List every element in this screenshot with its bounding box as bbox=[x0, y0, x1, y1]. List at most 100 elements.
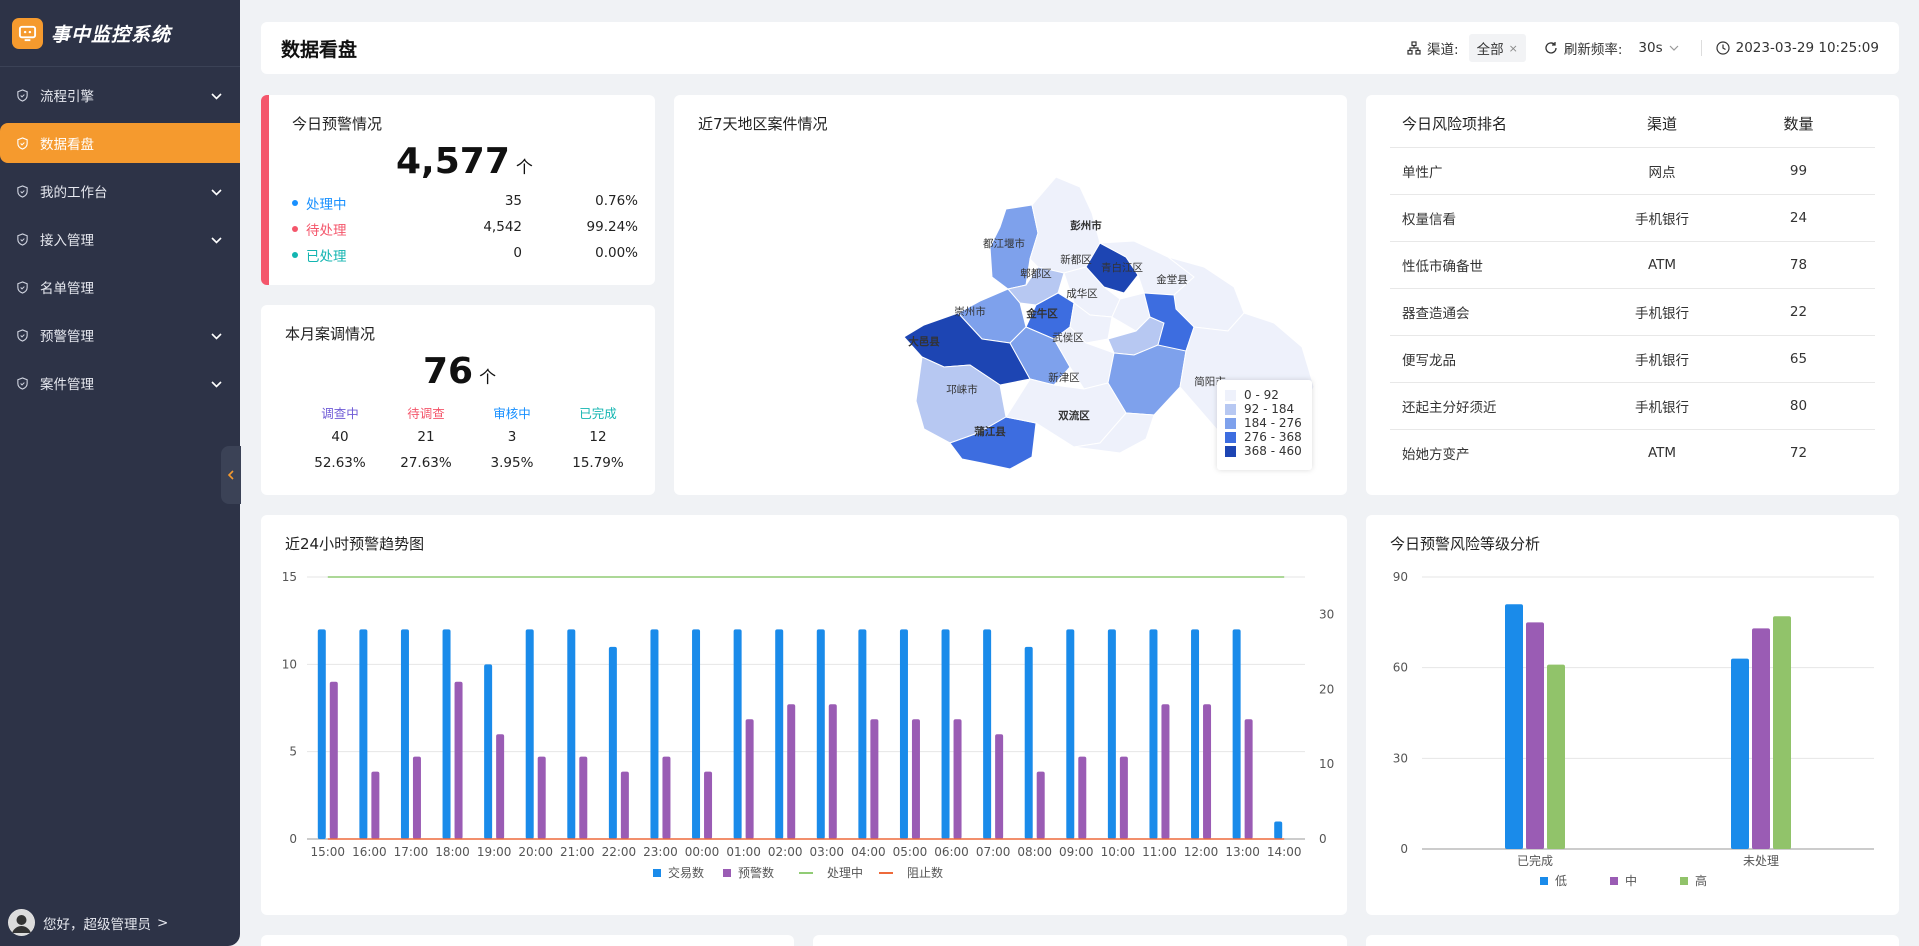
bar-预警数[interactable] bbox=[1119, 756, 1128, 839]
map-region-label: 邛崃市 bbox=[946, 383, 978, 396]
risk-ranking-title: 今日风险项排名 bbox=[1402, 115, 1508, 133]
refresh-select[interactable]: 30s bbox=[1638, 40, 1702, 56]
clock-icon bbox=[1716, 41, 1730, 55]
bar-交易数[interactable] bbox=[650, 629, 659, 839]
bar-交易数[interactable] bbox=[1066, 629, 1075, 839]
sidebar-item-5[interactable]: 预警管理 bbox=[0, 315, 240, 355]
bar-预警数[interactable] bbox=[579, 756, 588, 839]
bar-预警数[interactable] bbox=[662, 756, 671, 839]
table-row[interactable]: 始她方变产 ATM 72 bbox=[1390, 429, 1875, 476]
alert-status-pct: 0.76% bbox=[595, 193, 638, 209]
table-row[interactable]: 权量信看 手机银行 24 bbox=[1390, 194, 1875, 241]
legend-label: 低 bbox=[1555, 874, 1567, 888]
x-tick-label: 15:00 bbox=[310, 845, 345, 859]
bar-中[interactable] bbox=[1526, 622, 1544, 849]
map-legend-item[interactable]: 276 - 368 bbox=[1225, 430, 1304, 444]
bar-交易数[interactable] bbox=[442, 629, 451, 839]
bar-预警数[interactable] bbox=[329, 681, 338, 839]
bar-预警数[interactable] bbox=[1036, 771, 1045, 839]
sidebar-item-1[interactable]: 数据看盘 bbox=[0, 123, 240, 163]
bar-交易数[interactable] bbox=[400, 629, 409, 839]
user-profile[interactable]: 您好，超级管理员 > bbox=[8, 909, 168, 936]
bar-交易数[interactable] bbox=[775, 629, 784, 839]
bar-预警数[interactable] bbox=[704, 771, 713, 839]
bar-交易数[interactable] bbox=[359, 629, 368, 839]
bar-高[interactable] bbox=[1547, 664, 1565, 849]
sidebar-collapse-button[interactable] bbox=[221, 446, 241, 504]
bar-交易数[interactable] bbox=[733, 629, 742, 839]
sidebar-item-6[interactable]: 案件管理 bbox=[0, 363, 240, 403]
bar-中[interactable] bbox=[1752, 628, 1770, 849]
bar-预警数[interactable] bbox=[1244, 719, 1253, 839]
bar-交易数[interactable] bbox=[525, 629, 534, 839]
map-legend-item[interactable]: 368 - 460 bbox=[1225, 444, 1304, 458]
map-legend-item[interactable]: 92 - 184 bbox=[1225, 402, 1304, 416]
bar-预警数[interactable] bbox=[745, 719, 754, 839]
bar-交易数[interactable] bbox=[317, 629, 326, 839]
bar-预警数[interactable] bbox=[620, 771, 629, 839]
table-row[interactable]: 器查造通会 手机银行 22 bbox=[1390, 288, 1875, 335]
x-tick-label: 18:00 bbox=[435, 845, 470, 859]
legend-item[interactable]: 低 bbox=[1540, 874, 1567, 888]
bar-交易数[interactable] bbox=[1107, 629, 1116, 839]
legend-item[interactable]: 交易数 bbox=[653, 865, 704, 880]
sidebar-item-3[interactable]: 接入管理 bbox=[0, 219, 240, 259]
table-row[interactable]: 便写龙品 手机银行 65 bbox=[1390, 335, 1875, 382]
bar-预警数[interactable] bbox=[412, 756, 421, 839]
bar-预警数[interactable] bbox=[1161, 704, 1170, 839]
bar-预警数[interactable] bbox=[828, 704, 837, 839]
legend-item[interactable]: 中 bbox=[1610, 873, 1637, 888]
bar-交易数[interactable] bbox=[899, 629, 908, 839]
bar-低[interactable] bbox=[1731, 658, 1749, 849]
bar-预警数[interactable] bbox=[995, 734, 1004, 839]
map-legend-item[interactable]: 184 - 276 bbox=[1225, 416, 1304, 430]
sidebar-item-0[interactable]: 流程引擎 bbox=[0, 75, 240, 115]
bar-交易数[interactable] bbox=[1149, 629, 1158, 839]
bar-交易数[interactable] bbox=[1024, 646, 1033, 839]
sidebar-item-2[interactable]: 我的工作台 bbox=[0, 171, 240, 211]
bar-交易数[interactable] bbox=[816, 629, 825, 839]
bar-交易数[interactable] bbox=[484, 664, 493, 839]
bar-交易数[interactable] bbox=[1191, 629, 1200, 839]
bar-交易数[interactable] bbox=[941, 629, 950, 839]
bar-预警数[interactable] bbox=[911, 719, 920, 839]
bar-交易数[interactable] bbox=[567, 629, 576, 839]
legend-item[interactable]: 处理中 bbox=[799, 865, 863, 880]
bar-预警数[interactable] bbox=[537, 756, 546, 839]
table-row[interactable]: 还起主分好须近 手机银行 80 bbox=[1390, 382, 1875, 429]
bar-高[interactable] bbox=[1773, 616, 1791, 849]
channel-filter: 渠道: 全部 × bbox=[1407, 34, 1526, 62]
channel-chip[interactable]: 全部 × bbox=[1468, 34, 1526, 62]
bar-交易数[interactable] bbox=[983, 629, 992, 839]
status-dot bbox=[292, 200, 298, 206]
x-tick-label: 09:00 bbox=[1059, 845, 1094, 859]
legend-swatch bbox=[653, 869, 661, 877]
bar-交易数[interactable] bbox=[858, 629, 867, 839]
legend-label: 368 - 460 bbox=[1244, 444, 1302, 458]
bar-预警数[interactable] bbox=[371, 771, 380, 839]
risk-level-chart[interactable]: 0 30 60 90 已完成 未处理低 中 高 bbox=[1366, 515, 1899, 915]
bar-交易数[interactable] bbox=[608, 646, 617, 839]
bar-预警数[interactable] bbox=[953, 719, 962, 839]
bar-交易数[interactable] bbox=[1274, 821, 1283, 839]
app-logo[interactable]: 事中监控系统 bbox=[0, 0, 240, 67]
legend-swatch bbox=[1225, 389, 1236, 401]
bar-预警数[interactable] bbox=[787, 704, 796, 839]
legend-item[interactable]: 高 bbox=[1680, 873, 1707, 888]
bar-交易数[interactable] bbox=[1232, 629, 1241, 839]
bar-交易数[interactable] bbox=[692, 629, 701, 839]
legend-item[interactable]: 阻止数 bbox=[879, 865, 943, 880]
bar-预警数[interactable] bbox=[1078, 756, 1087, 839]
legend-item[interactable]: 预警数 bbox=[723, 865, 774, 880]
bar-预警数[interactable] bbox=[1203, 704, 1212, 839]
table-row[interactable]: 性低市确备世 ATM 78 bbox=[1390, 241, 1875, 288]
map-legend-item[interactable]: 0 - 92 bbox=[1225, 388, 1304, 402]
bar-预警数[interactable] bbox=[496, 734, 505, 839]
bar-预警数[interactable] bbox=[454, 681, 463, 839]
sidebar-item-4[interactable]: 名单管理 bbox=[0, 267, 240, 307]
bar-预警数[interactable] bbox=[870, 719, 879, 839]
alert-trend-chart[interactable]: 0 5 10 15 0 10 20 30 15:00 16:00 17:00 18:00 19:00 20… bbox=[261, 515, 1347, 915]
bar-低[interactable] bbox=[1505, 604, 1523, 849]
close-icon[interactable]: × bbox=[1509, 42, 1518, 55]
table-row[interactable]: 单性广 网点 99 bbox=[1390, 147, 1875, 194]
